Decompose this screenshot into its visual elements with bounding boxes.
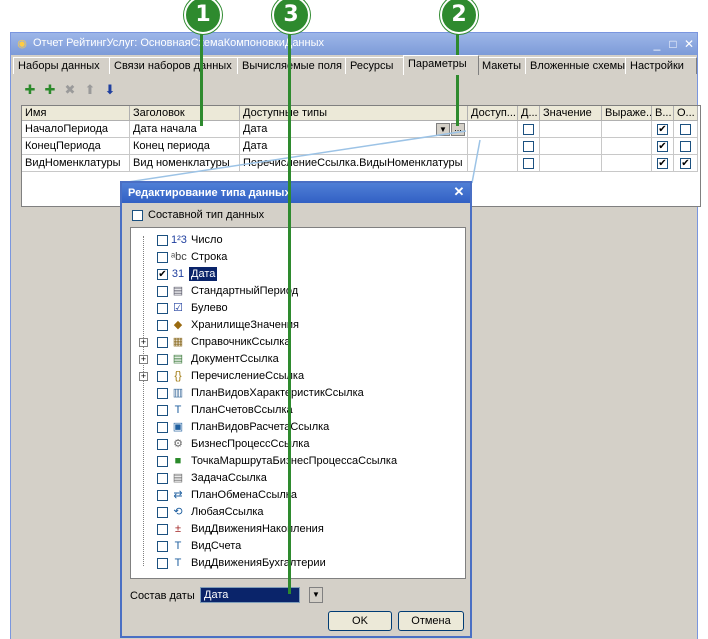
type-tree-item-label: Строка [191, 251, 228, 263]
string-icon: ᵃbc [171, 251, 187, 263]
type-tree-item-label: Булево [191, 302, 228, 314]
type-tree: 1²3 Число ᵃbc Строка ✔ 31 Дата ▤ СтандартныйПери… [130, 227, 466, 579]
type-tree-item[interactable]: T ПланСчетовСсылка [131, 402, 461, 419]
type-tree-item[interactable]: + ▦ СправочникСсылка [131, 334, 461, 351]
date-composition-select[interactable]: Дата [200, 587, 300, 603]
type-tree-item[interactable]: T ВидДвиженияБухгалтерии [131, 555, 461, 572]
date-icon: 31 [171, 268, 185, 280]
callout-line-2 [456, 28, 459, 126]
type-checkbox[interactable] [157, 422, 168, 433]
type-checkbox[interactable] [157, 524, 168, 535]
type-tree-item-label: ЛюбаяСсылка [191, 506, 264, 518]
date-composition-label: Состав даты [130, 590, 195, 602]
chart-of-accounts-icon: T [174, 404, 182, 416]
dialog-close-button[interactable]: ✕ [452, 185, 466, 199]
type-tree-item-label: СправочникСсылка [191, 336, 291, 348]
type-checkbox[interactable] [157, 490, 168, 501]
composite-type-label: Составной тип данных [148, 209, 265, 221]
accounting-movement-icon: T [174, 557, 182, 569]
type-checkbox[interactable] [157, 405, 168, 416]
type-tree-item[interactable]: + ▤ ДокументСсылка [131, 351, 461, 368]
expand-icon[interactable]: + [139, 355, 148, 364]
type-tree-item-label: ПланВидовРасчетаСсылка [191, 421, 330, 433]
business-process-icon: ⚙ [173, 438, 183, 450]
type-tree-item-label: ПланВидовХарактеристикСсылка [191, 387, 364, 399]
account-type-icon: T [174, 540, 182, 552]
type-tree-item[interactable]: ▤ СтандартныйПериод [131, 283, 461, 300]
dialog-titlebar[interactable]: Редактирование типа данных ✕ [122, 183, 470, 203]
type-tree-item-label: ВидДвиженияБухгалтерии [191, 557, 326, 569]
expand-icon[interactable]: + [139, 372, 148, 381]
type-checkbox[interactable] [157, 337, 168, 348]
type-tree-item-label: ВидДвиженияНакопления [191, 523, 324, 535]
exchange-plan-icon: ⇄ [173, 489, 183, 501]
type-tree-item[interactable]: T ВидСчета [131, 538, 461, 555]
type-tree-item-label: БизнесПроцессСсылка [191, 438, 310, 450]
task-icon: ▤ [172, 472, 184, 484]
type-checkbox[interactable] [157, 439, 168, 450]
data-type-dialog: Редактирование типа данных ✕ Составной т… [120, 181, 472, 638]
chart-of-characteristics-icon: ▥ [172, 387, 184, 399]
boolean-icon: ☑ [173, 302, 183, 314]
dialog-title: Редактирование типа данных [128, 187, 291, 199]
type-checkbox[interactable] [157, 235, 168, 246]
type-checkbox[interactable] [157, 388, 168, 399]
type-checkbox[interactable] [157, 541, 168, 552]
type-checkbox[interactable]: ✔ [157, 269, 168, 280]
type-tree-item[interactable]: ⟲ ЛюбаяСсылка [131, 504, 461, 521]
period-icon: ▤ [172, 285, 184, 297]
type-checkbox[interactable] [157, 371, 168, 382]
type-tree-item-label: ДокументСсылка [191, 353, 279, 365]
type-tree-item-label: ВидСчета [191, 540, 242, 552]
number-icon: 1²3 [171, 234, 187, 246]
type-checkbox[interactable] [157, 286, 168, 297]
type-tree-item[interactable]: 1²3 Число [131, 232, 461, 249]
ok-button[interactable]: OK [328, 611, 392, 631]
type-tree-item-label: ПланСчетовСсылка [191, 404, 293, 416]
accumulation-movement-icon: ± [174, 523, 182, 535]
type-tree-item[interactable]: ⚙ БизнесПроцессСсылка [131, 436, 461, 453]
cancel-button[interactable]: Отмена [398, 611, 464, 631]
type-tree-item[interactable]: ☑ Булево [131, 300, 461, 317]
type-tree-item-label: ПланОбменаСсылка [191, 489, 297, 501]
type-tree-item-label: Число [191, 234, 223, 246]
type-checkbox[interactable] [157, 507, 168, 518]
route-point-icon: ■ [174, 455, 182, 467]
type-tree-item[interactable]: ▣ ПланВидовРасчетаСсылка [131, 419, 461, 436]
document-icon: ▤ [172, 353, 184, 365]
composite-type-checkbox[interactable] [132, 210, 143, 221]
type-tree-item[interactable]: +{} ПеречислениеСсылка [131, 368, 461, 385]
type-checkbox[interactable] [157, 473, 168, 484]
type-tree-item[interactable]: ᵃbc Строка [131, 249, 461, 266]
type-tree-item[interactable]: ▤ ЗадачаСсылка [131, 470, 461, 487]
type-checkbox[interactable] [157, 320, 168, 331]
type-checkbox[interactable] [157, 558, 168, 569]
calculation-types-icon: ▣ [172, 421, 184, 433]
tab-parameters[interactable]: Параметры [403, 55, 479, 75]
enum-icon: {} [174, 370, 182, 382]
type-tree-item[interactable]: ▥ ПланВидовХарактеристикСсылка [131, 385, 461, 402]
any-ref-icon: ⟲ [173, 506, 183, 518]
callout-line-1 [200, 28, 203, 126]
type-tree-item-label: ТочкаМаршрутаБизнесПроцессаСсылка [191, 455, 398, 467]
type-tree-item[interactable]: ✔ 31 Дата [131, 266, 461, 283]
type-checkbox[interactable] [157, 252, 168, 263]
type-checkbox[interactable] [157, 354, 168, 365]
type-tree-item-label: ЗадачаСсылка [191, 472, 267, 484]
storage-icon: ◆ [173, 319, 183, 331]
date-composition-dropdown-icon[interactable]: ▼ [309, 587, 323, 603]
type-tree-item-label: ХранилищеЗначения [191, 319, 300, 331]
type-tree-item[interactable]: ■ ТочкаМаршрутаБизнесПроцессаСсылка [131, 453, 461, 470]
type-tree-item[interactable]: ◆ ХранилищеЗначения [131, 317, 461, 334]
callout-line-3 [288, 28, 291, 594]
catalog-icon: ▦ [172, 336, 184, 348]
type-tree-item-label: СтандартныйПериод [191, 285, 299, 297]
type-tree-item-label: Дата [189, 267, 218, 281]
type-checkbox[interactable] [157, 456, 168, 467]
type-checkbox[interactable] [157, 303, 168, 314]
type-tree-item[interactable]: ± ВидДвиженияНакопления [131, 521, 461, 538]
type-tree-item[interactable]: ⇄ ПланОбменаСсылка [131, 487, 461, 504]
expand-icon[interactable]: + [139, 338, 148, 347]
